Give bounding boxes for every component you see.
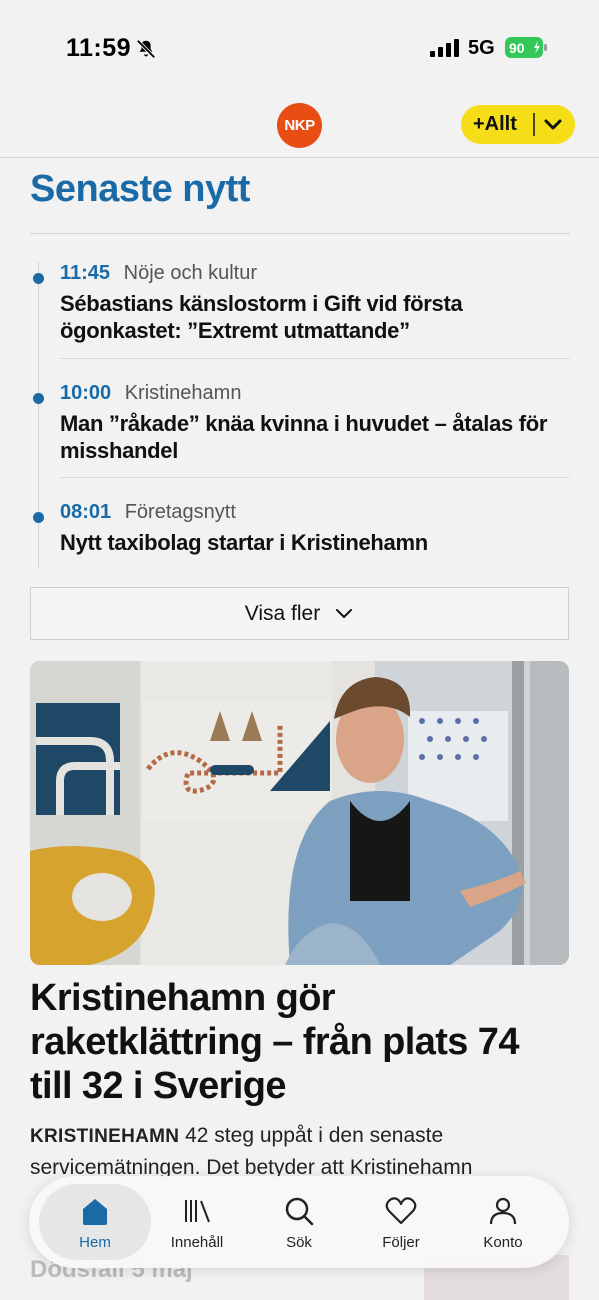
bottom-tab-bar: Hem Innehåll Sök Följer Konto [29, 1176, 569, 1268]
news-meta: 11:45 Nöje och kultur [60, 262, 257, 285]
library-icon [185, 1200, 210, 1223]
tab-label: Sök [286, 1234, 312, 1251]
article-title[interactable]: Kristinehamn gör raketklättring – från p… [30, 976, 570, 1108]
show-more-button[interactable]: Visa fler [30, 587, 569, 640]
tab-label: Hem [79, 1234, 111, 1251]
network-label: 5G [468, 37, 495, 59]
news-title: Sébastians känslostorm i Gift vid första… [60, 291, 463, 343]
tab-label: Konto [483, 1234, 523, 1251]
news-time: 10:00 [60, 382, 112, 404]
bell-off-icon [136, 39, 156, 59]
battery-icon: 90 [505, 37, 547, 58]
battery-level: 90 [509, 40, 525, 56]
news-time: 08:01 [60, 501, 112, 523]
heart-icon [385, 1197, 417, 1225]
show-more-label: Visa fler [244, 601, 321, 625]
person-icon [489, 1197, 517, 1225]
news-category: Nöje och kultur [123, 262, 258, 284]
tab-following[interactable]: Följer [345, 1184, 457, 1260]
plus-divider [533, 113, 535, 136]
news-meta: 10:00 Kristinehamn [60, 382, 241, 405]
status-bar: 11:59 5G 90 [0, 0, 599, 90]
chevron-down-icon [336, 608, 353, 618]
news-title: Man ”råkade” knäa kvinna i huvudet – åta… [60, 411, 548, 463]
news-meta: 08:01 Företagsnytt [60, 501, 236, 524]
home-icon [83, 1199, 107, 1225]
news-item[interactable]: 10:00 Kristinehamn Man ”råkade” knäa kvi… [30, 382, 570, 472]
chevron-down-icon [544, 119, 562, 130]
article-image[interactable] [30, 661, 569, 965]
tab-label: Innehåll [170, 1234, 224, 1251]
tab-content[interactable]: Innehåll [141, 1184, 253, 1260]
section-title: Senaste nytt [30, 168, 250, 210]
timeline-dot [33, 512, 44, 523]
news-title: Nytt taxibolag startar i Kristinehamn [60, 530, 428, 555]
divider [60, 358, 570, 359]
tab-search[interactable]: Sök [243, 1184, 355, 1260]
tab-label: Följer [382, 1234, 420, 1251]
tab-account[interactable]: Konto [447, 1184, 559, 1260]
news-time: 11:45 [60, 262, 111, 284]
tab-home[interactable]: Hem [39, 1184, 151, 1260]
news-item[interactable]: 11:45 Nöje och kultur Sébastians känslos… [30, 262, 570, 352]
app-header: NKP +Allt [0, 90, 599, 158]
news-category: Kristinehamn [124, 382, 242, 404]
plus-all-button[interactable]: +Allt [461, 105, 575, 144]
article-lead: KRISTINEHAMN 42 steg uppåt i den senaste… [30, 1120, 570, 1183]
divider [60, 477, 570, 478]
news-category: Företagsnytt [124, 501, 236, 523]
timeline-dot [33, 273, 44, 284]
news-item[interactable]: 08:01 Företagsnytt Nytt taxibolag starta… [30, 501, 570, 563]
timeline-dot [33, 393, 44, 404]
search-icon [285, 1197, 314, 1226]
article-kicker: KRISTINEHAMN [30, 1126, 180, 1147]
logo[interactable]: NKP [277, 103, 322, 148]
signal-icon [430, 39, 459, 57]
status-time: 11:59 [66, 34, 132, 62]
article-photo [30, 661, 569, 965]
divider [30, 233, 570, 234]
plus-all-label: +Allt [473, 113, 517, 135]
